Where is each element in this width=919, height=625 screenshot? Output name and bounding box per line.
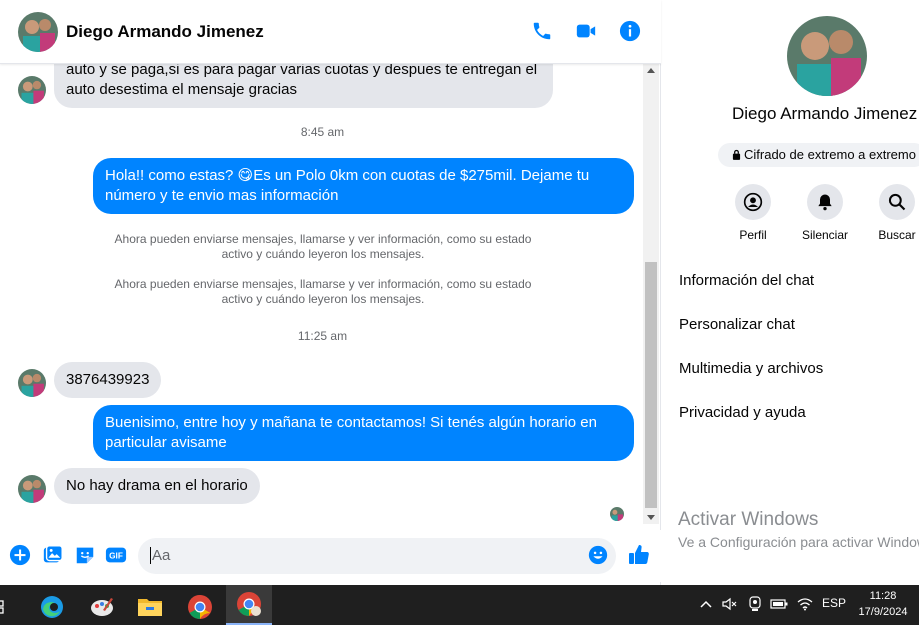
- sidebar-avatar[interactable]: [787, 16, 867, 96]
- message-list: auto y se paga,si es para pagar varias c…: [0, 64, 645, 524]
- gif-icon[interactable]: GIF: [105, 544, 127, 566]
- message-avatar: [18, 475, 46, 503]
- chat-info-sidebar: Diego Armando Jimenez Cifrado de extremo…: [662, 0, 919, 585]
- clock[interactable]: 11:28 17/9/2024: [852, 588, 914, 620]
- menu-media-files[interactable]: Multimedia y archivos: [679, 360, 823, 377]
- chrome-icon[interactable]: [178, 589, 222, 625]
- language-indicator[interactable]: ESP: [822, 596, 846, 610]
- message-avatar: [18, 76, 46, 104]
- camera-icon[interactable]: [748, 596, 762, 615]
- taskbar: ESP 11:28 17/9/2024: [0, 585, 919, 625]
- file-explorer-icon[interactable]: [128, 589, 172, 625]
- mute-action[interactable]: Silenciar: [795, 184, 855, 242]
- menu-privacy-help[interactable]: Privacidad y ayuda: [679, 404, 806, 421]
- emoji-icon[interactable]: [588, 545, 610, 567]
- incoming-message[interactable]: No hay drama en el horario: [54, 468, 260, 504]
- sidebar-contact-name: Diego Armando Jimenez: [732, 104, 918, 123]
- task-view-icon[interactable]: [0, 589, 12, 625]
- scroll-down-arrow-icon[interactable]: [647, 515, 655, 520]
- lock-icon: [732, 148, 741, 163]
- scrollbar[interactable]: [643, 64, 659, 524]
- profile-icon[interactable]: [735, 184, 771, 220]
- chevron-up-icon[interactable]: [700, 598, 712, 612]
- scroll-up-arrow-icon[interactable]: [647, 68, 655, 73]
- video-call-icon[interactable]: [575, 20, 597, 42]
- incoming-message[interactable]: 3876439923: [54, 362, 162, 398]
- system-message: Ahora pueden enviarse mensajes, llamarse…: [114, 277, 532, 306]
- profile-action[interactable]: Perfil: [723, 184, 783, 242]
- seen-avatar: [610, 507, 624, 521]
- input-placeholder: Aa: [150, 547, 171, 564]
- timestamp: 8:45 am: [300, 125, 345, 139]
- incoming-message[interactable]: auto y se paga,si es para pagar varias c…: [54, 64, 553, 108]
- contact-name[interactable]: Diego Armando Jimenez: [66, 22, 264, 42]
- battery-icon[interactable]: [770, 598, 788, 613]
- encryption-badge[interactable]: Cifrado de extremo a extremo: [718, 143, 919, 167]
- search-icon[interactable]: [879, 184, 915, 220]
- outgoing-message[interactable]: Hola!! como estas? 😋Es un Polo 0km con c…: [93, 158, 634, 214]
- svg-text:GIF: GIF: [109, 552, 123, 561]
- phone-icon[interactable]: [531, 20, 553, 42]
- speaker-muted-icon[interactable]: [722, 597, 738, 614]
- chrome-profile-icon[interactable]: [226, 585, 272, 625]
- info-icon[interactable]: [619, 20, 641, 42]
- scroll-thumb[interactable]: [645, 262, 657, 508]
- profile-label: Perfil: [739, 228, 767, 242]
- contact-avatar[interactable]: [18, 11, 58, 52]
- mute-label: Silenciar: [801, 228, 849, 242]
- chat-pane: Diego Armando Jimenez auto y se paga,si …: [0, 0, 661, 585]
- plus-icon[interactable]: [9, 544, 31, 566]
- search-action[interactable]: Buscar: [867, 184, 919, 242]
- menu-chat-info[interactable]: Información del chat: [679, 272, 814, 289]
- system-message: Ahora pueden enviarse mensajes, llamarse…: [114, 232, 532, 261]
- clock-time: 11:28: [869, 590, 897, 602]
- activation-watermark-title: Activar Windows: [678, 509, 819, 530]
- image-icon[interactable]: [42, 544, 64, 566]
- outgoing-message[interactable]: Buenisimo, entre hoy y mañana te contact…: [93, 405, 634, 461]
- chat-header: Diego Armando Jimenez: [0, 0, 661, 64]
- thumbs-up-icon[interactable]: [627, 543, 649, 565]
- timestamp: 11:25 am: [297, 329, 348, 343]
- sticker-icon[interactable]: [74, 544, 96, 566]
- search-label: Buscar: [878, 228, 916, 242]
- encryption-label: Cifrado de extremo a extremo: [744, 147, 916, 162]
- paint-app-icon[interactable]: [80, 589, 124, 625]
- menu-customize-chat[interactable]: Personalizar chat: [679, 316, 795, 333]
- edge-icon[interactable]: [30, 589, 74, 625]
- clock-date: 17/9/2024: [858, 606, 908, 618]
- activation-watermark-subtitle: Ve a Configuración para activar Windows.: [678, 534, 919, 550]
- message-avatar: [18, 369, 46, 397]
- message-input[interactable]: Aa: [138, 538, 616, 574]
- wifi-icon[interactable]: [797, 597, 813, 614]
- composer: GIF Aa: [0, 530, 661, 582]
- bell-icon[interactable]: [807, 184, 843, 220]
